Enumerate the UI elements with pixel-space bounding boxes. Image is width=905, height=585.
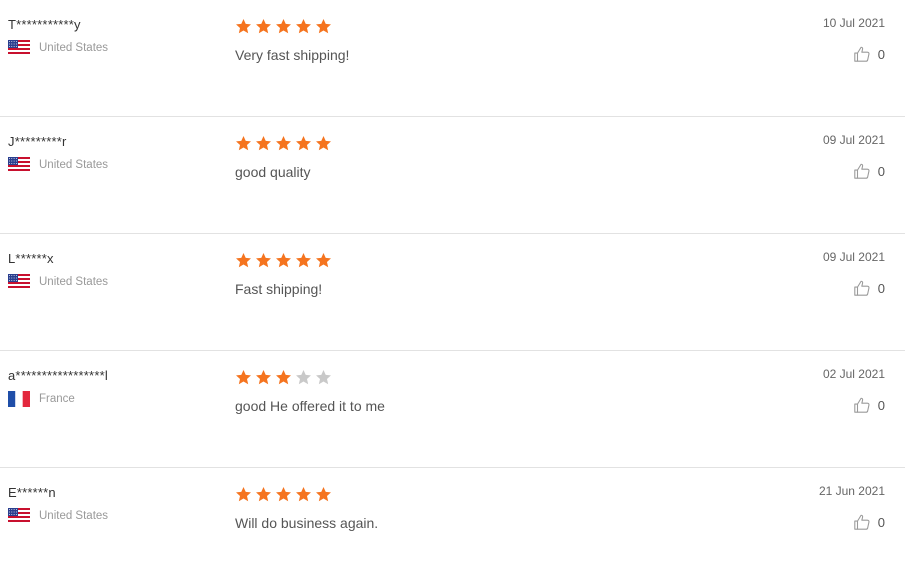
review-content: good quality: [235, 135, 335, 181]
reviewer-info: L******x United States: [8, 250, 108, 290]
star-filled-icon: [276, 370, 291, 385]
thumbs-up-icon[interactable]: [853, 396, 871, 414]
reviewer-info: T***********y United States: [8, 16, 108, 56]
star-rating: [235, 135, 335, 155]
review-text: Fast shipping!: [235, 281, 323, 297]
star-filled-icon: [256, 19, 271, 34]
review-text: Will do business again.: [235, 515, 379, 531]
star-filled-icon: [316, 19, 331, 34]
review-meta: 09 Jul 2021 0: [823, 132, 885, 180]
reviewer-info: J*********r United States: [8, 133, 108, 173]
reviewer-name: E******n: [8, 485, 56, 500]
thumbs-up-icon[interactable]: [853, 45, 871, 63]
star-filled-icon: [236, 19, 251, 34]
star-filled-icon: [256, 370, 271, 385]
review-item: L******x United States Fast shipping! 09…: [0, 234, 905, 351]
review-item: J*********r United States good quality 0…: [0, 117, 905, 234]
country-name: United States: [39, 42, 109, 54]
helpful-button[interactable]: 0: [819, 513, 885, 531]
star-filled-icon: [276, 19, 291, 34]
review-content: Will do business again.: [235, 486, 378, 532]
review-date: 02 Jul 2021: [822, 367, 885, 381]
thumbs-up-icon[interactable]: [853, 279, 871, 297]
star-filled-icon: [276, 487, 291, 502]
star-rating: [235, 369, 385, 389]
star-filled-icon: [296, 487, 311, 502]
country-name: United States: [39, 276, 109, 288]
star-filled-icon: [316, 487, 331, 502]
helpful-count: 0: [877, 163, 885, 179]
helpful-button[interactable]: 0: [823, 45, 885, 63]
country-name: France: [39, 393, 75, 405]
us-flag-icon: [8, 157, 30, 173]
review-date: 10 Jul 2021: [822, 16, 885, 30]
reviewer-country: United States: [8, 508, 108, 524]
reviewer-country: United States: [8, 274, 108, 290]
review-date: 09 Jul 2021: [822, 250, 885, 264]
helpful-count: 0: [877, 514, 885, 530]
review-meta: 10 Jul 2021 0: [823, 15, 885, 63]
review-item: a*****************l France good He offer…: [0, 351, 905, 468]
star-empty-icon: [296, 370, 311, 385]
review-text: Very fast shipping!: [235, 47, 350, 63]
us-flag-icon: [8, 274, 30, 290]
reviewer-info: E******n United States: [8, 484, 108, 524]
thumbs-up-icon[interactable]: [853, 162, 871, 180]
review-item: E******n United States Will do business …: [0, 468, 905, 585]
us-flag-icon: [8, 508, 30, 524]
review-meta: 09 Jul 2021 0: [823, 249, 885, 297]
review-meta: 02 Jul 2021 0: [823, 366, 885, 414]
review-text: good quality: [235, 164, 311, 180]
fr-flag-icon: [8, 391, 30, 407]
review-content: Fast shipping!: [235, 252, 335, 298]
reviewer-country: United States: [8, 40, 108, 56]
reviewer-country: United States: [8, 157, 108, 173]
review-item: T***********y United States Very fast sh…: [0, 0, 905, 117]
star-rating: [235, 486, 378, 506]
star-filled-icon: [256, 487, 271, 502]
helpful-button[interactable]: 0: [823, 396, 885, 414]
star-filled-icon: [316, 136, 331, 151]
star-filled-icon: [256, 136, 271, 151]
star-filled-icon: [316, 253, 331, 268]
helpful-count: 0: [877, 280, 885, 296]
review-meta: 21 Jun 2021 0: [819, 483, 885, 531]
review-content: good He offered it to me: [235, 369, 385, 415]
star-filled-icon: [276, 253, 291, 268]
star-empty-icon: [316, 370, 331, 385]
star-filled-icon: [276, 136, 291, 151]
review-date: 21 Jun 2021: [818, 484, 885, 498]
reviewer-name: L******x: [8, 251, 54, 266]
star-filled-icon: [236, 487, 251, 502]
star-filled-icon: [296, 136, 311, 151]
reviewer-name: a*****************l: [8, 368, 108, 383]
star-filled-icon: [236, 370, 251, 385]
reviewer-name: J*********r: [8, 134, 67, 149]
star-rating: [235, 18, 349, 38]
reviewer-country: France: [8, 391, 108, 407]
star-filled-icon: [296, 253, 311, 268]
star-rating: [235, 252, 335, 272]
star-filled-icon: [236, 253, 251, 268]
review-content: Very fast shipping!: [235, 18, 349, 64]
helpful-count: 0: [877, 46, 885, 62]
thumbs-up-icon[interactable]: [853, 513, 871, 531]
star-filled-icon: [256, 253, 271, 268]
reviewer-info: a*****************l France: [8, 367, 108, 407]
review-text: good He offered it to me: [235, 398, 385, 414]
review-date: 09 Jul 2021: [822, 133, 885, 147]
star-filled-icon: [236, 136, 251, 151]
review-list: T***********y United States Very fast sh…: [0, 0, 905, 585]
helpful-count: 0: [877, 397, 885, 413]
country-name: United States: [39, 159, 109, 171]
star-filled-icon: [296, 19, 311, 34]
country-name: United States: [39, 510, 109, 522]
helpful-button[interactable]: 0: [823, 162, 885, 180]
us-flag-icon: [8, 40, 30, 56]
helpful-button[interactable]: 0: [823, 279, 885, 297]
reviewer-name: T***********y: [8, 17, 81, 32]
